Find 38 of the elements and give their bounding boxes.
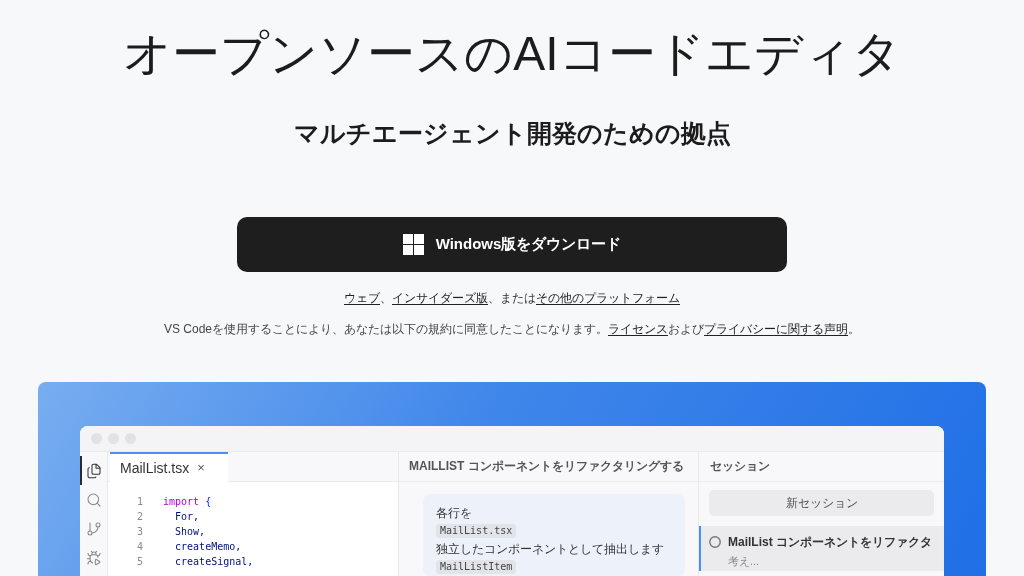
branch-icon	[86, 520, 102, 537]
terms-notice-text: VS Codeを使用することにより、あなたは以下の規約に同意したことになります。ライセンスおよびプライバシーに関する声明。	[164, 321, 860, 337]
hero-title: オープンソースのAIコードエディタ	[123, 26, 901, 82]
code-line: import {	[163, 495, 212, 509]
line-number: 5	[135, 555, 143, 569]
platform-links-text: ウェブ、インサイダーズ版、またはその他のプラットフォーム	[344, 290, 680, 307]
inline-link[interactable]: インサイダーズ版	[392, 291, 488, 305]
new-session-button[interactable]: 新セッション	[709, 490, 934, 516]
run-debug-icon	[86, 549, 102, 566]
ring-icon	[709, 536, 721, 548]
code-line: createSignal,	[174, 555, 254, 569]
download-button[interactable]: Windows版をダウンロード	[237, 217, 787, 272]
files-icon	[86, 462, 102, 479]
session-status: 考え...	[728, 554, 761, 568]
session-title: MailList コンポーネントをリファクタ	[728, 534, 932, 550]
line-number: 3	[135, 525, 143, 539]
inline-link[interactable]: ウェブ	[344, 291, 380, 305]
code-line: createMemo,	[174, 540, 242, 554]
file-tab[interactable]: MailList.tsx ×	[110, 452, 228, 482]
inline-link[interactable]: プライバシーに関する声明	[704, 322, 848, 336]
message-text: 独立したコンポーネントとして抽出します	[436, 541, 664, 558]
inline-link[interactable]: ライセンス	[608, 322, 668, 336]
message-text: 各行を	[436, 505, 472, 522]
windows-logo-icon	[402, 234, 424, 255]
inline-code: MailListItem	[436, 560, 517, 574]
session-item[interactable]: MailList コンポーネントをリファクタ 考え...	[699, 526, 944, 571]
line-number: 4	[135, 540, 143, 554]
code-line: For,	[174, 510, 200, 524]
inline-link[interactable]: その他のプラットフォーム	[536, 291, 680, 305]
line-number: 1	[135, 495, 143, 509]
chat-title: MAILLIST コンポーネントをリファクタリングする	[409, 458, 684, 475]
line-number: 2	[135, 510, 143, 524]
search-icon	[86, 491, 102, 508]
sessions-title: セッション	[710, 458, 770, 475]
hero-subtitle: マルチエージェント開発のための拠点	[293, 118, 731, 149]
tab-close-button[interactable]: ×	[197, 461, 205, 475]
code-line: Show,	[174, 525, 206, 539]
inline-code: MailList.tsx	[436, 524, 517, 538]
